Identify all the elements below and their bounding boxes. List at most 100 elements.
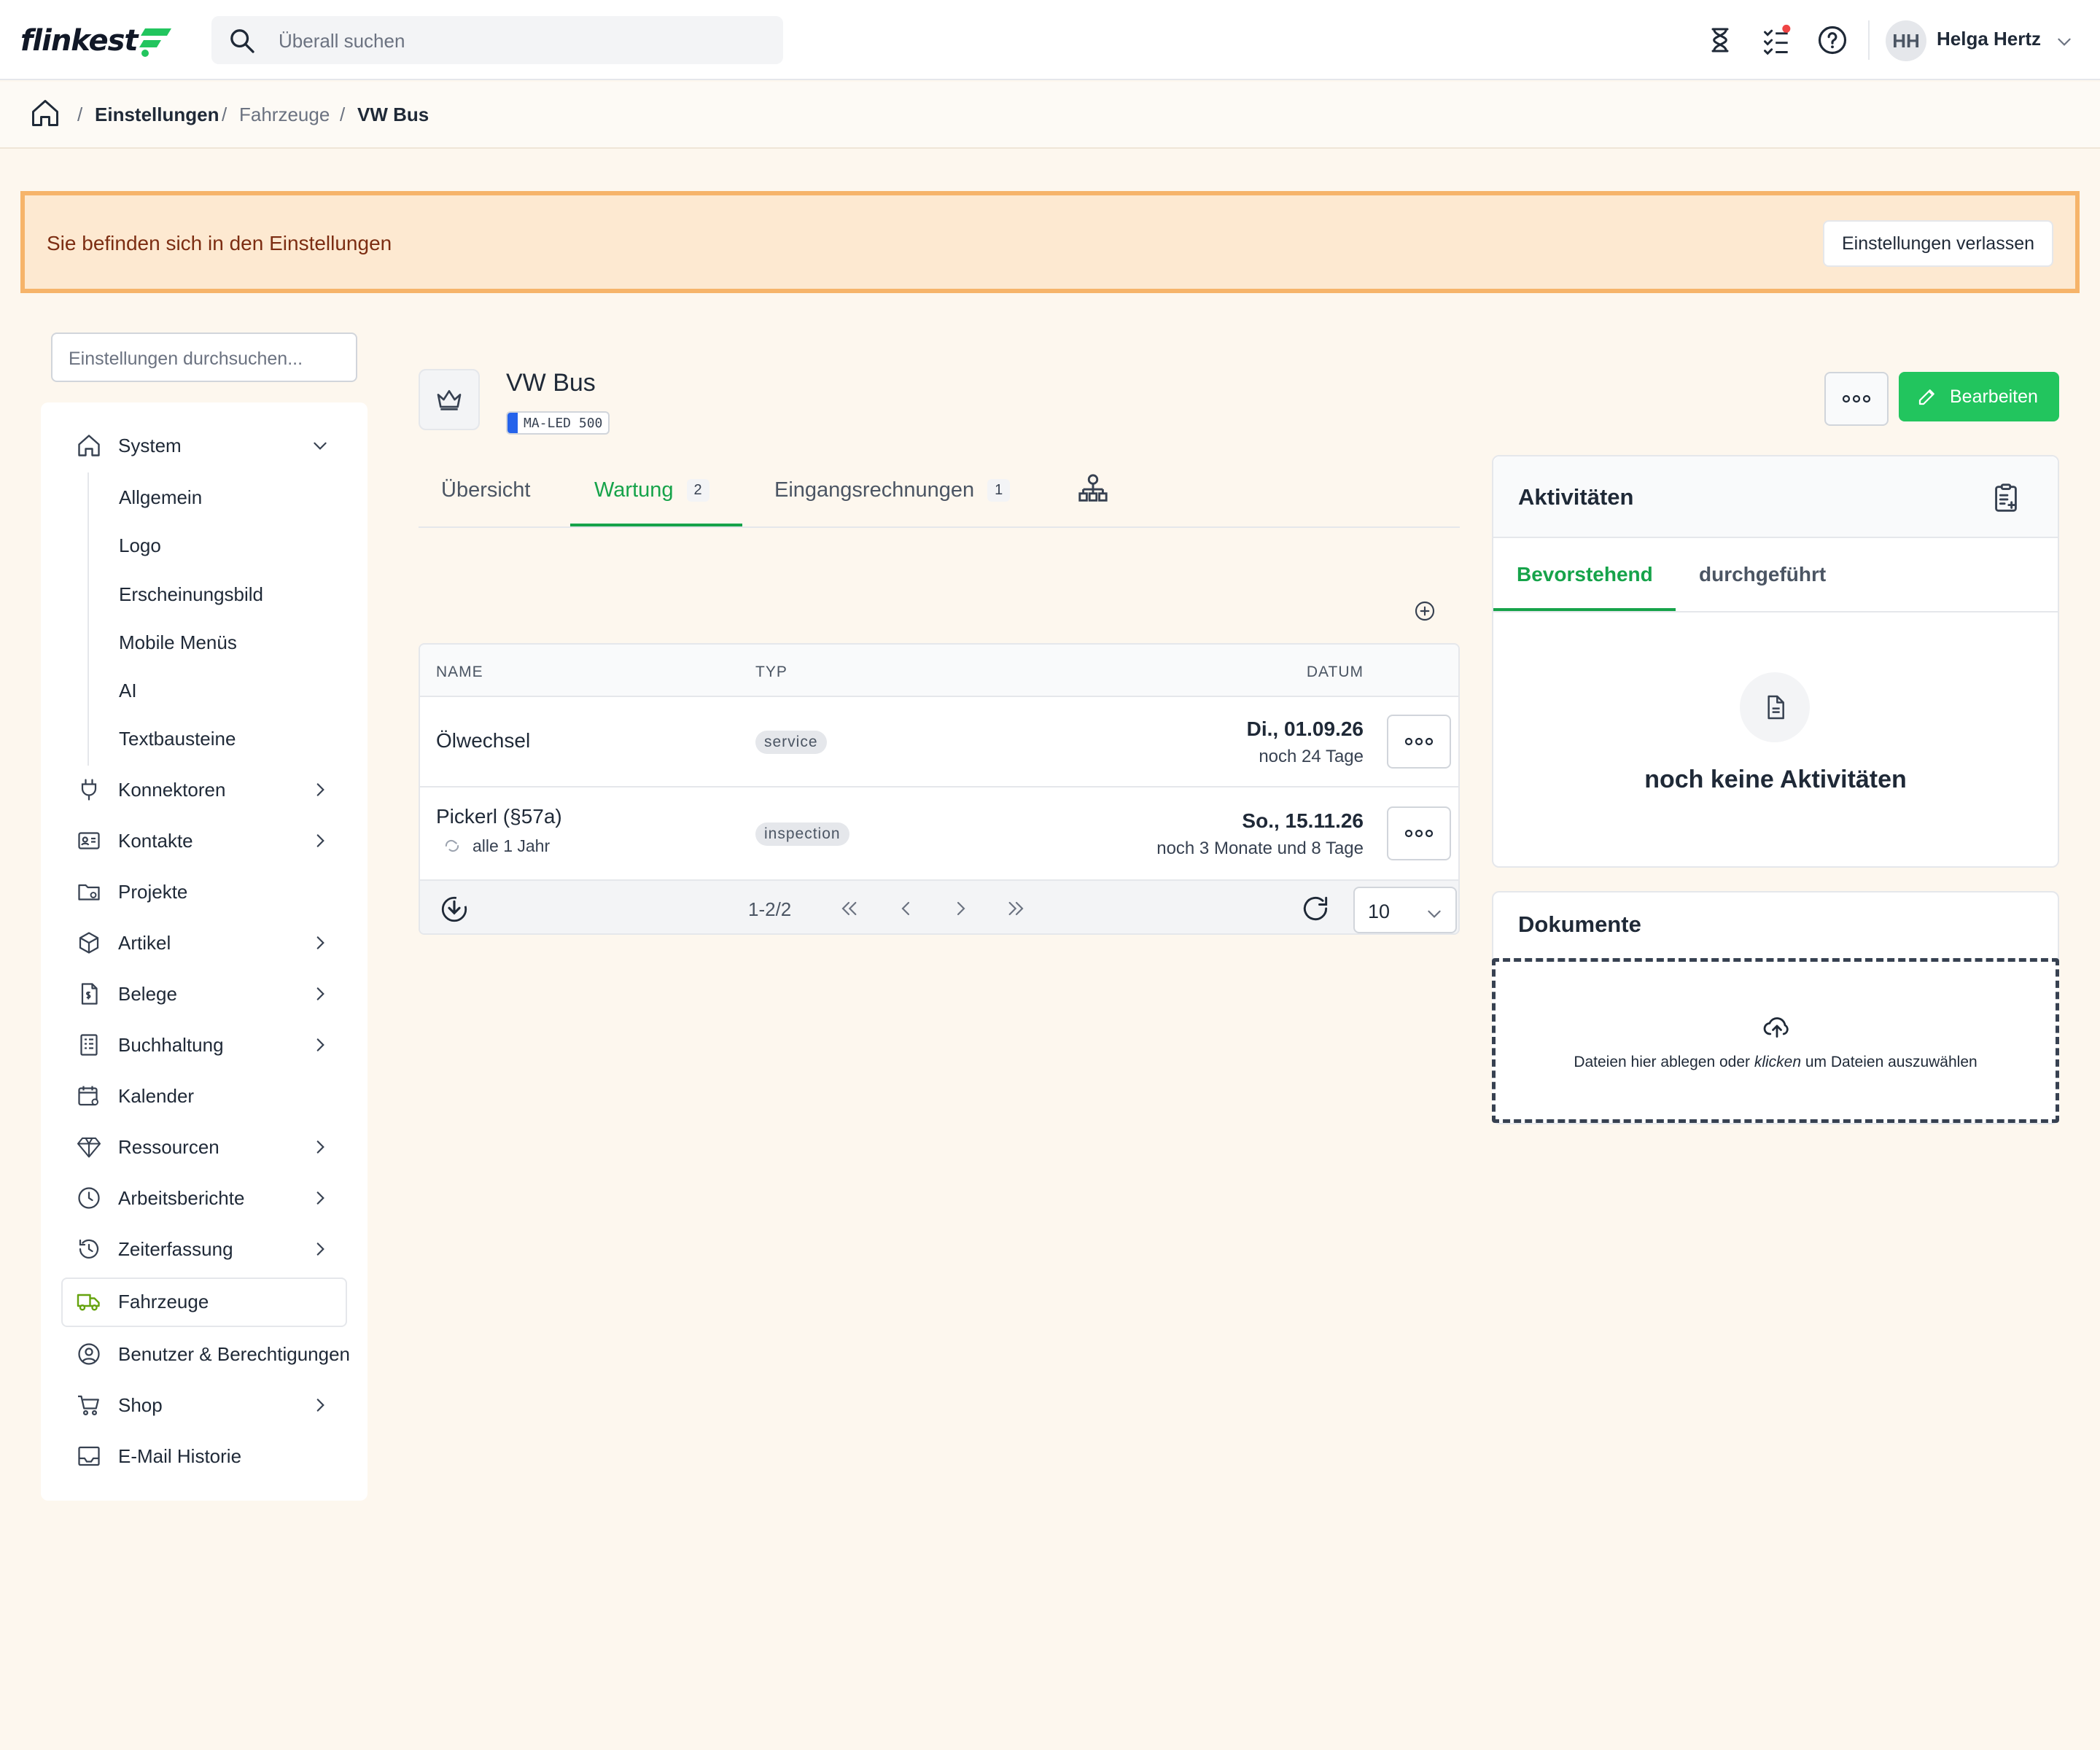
sidebar-item-label: Belege bbox=[118, 983, 177, 1005]
clipboard-add-icon[interactable] bbox=[1989, 481, 2023, 515]
sidebar-item-label: Kalender bbox=[118, 1085, 195, 1107]
sidebar-item-shop[interactable]: Shop bbox=[76, 1387, 368, 1423]
chevron-right-icon[interactable] bbox=[311, 1396, 330, 1415]
chevron-down-icon[interactable] bbox=[311, 436, 330, 455]
task-list-icon bbox=[1764, 24, 1791, 55]
table-row[interactable]: Ölwechsel service Di., 01.09.26 noch 24 … bbox=[420, 697, 1458, 788]
last-page-icon[interactable] bbox=[1005, 897, 1028, 920]
sidebar-item-projekte[interactable]: Projekte bbox=[76, 874, 368, 910]
search-placeholder: Überall suchen bbox=[279, 30, 405, 52]
tab-label: Wartung bbox=[594, 478, 674, 502]
leave-settings-button[interactable]: Einstellungen verlassen bbox=[1823, 220, 2053, 267]
sidebar-item-kalender[interactable]: Kalender bbox=[76, 1078, 368, 1114]
sidebar-item-artikel[interactable]: Artikel bbox=[76, 925, 368, 961]
help-button[interactable] bbox=[1814, 22, 1851, 58]
plug-icon bbox=[81, 779, 97, 801]
chevron-right-icon[interactable] bbox=[311, 1240, 330, 1259]
sidebar-subitem-mobile-menus[interactable]: Mobile Menüs bbox=[119, 631, 237, 654]
sidebar-item-label: Ressourcen bbox=[118, 1136, 219, 1158]
logo[interactable]: flinkest bbox=[20, 20, 174, 61]
breadcrumb-einstellungen[interactable]: Einstellungen bbox=[95, 104, 219, 126]
breadcrumb-fahrzeuge[interactable]: Fahrzeuge bbox=[239, 104, 330, 126]
sidebar-subitem-textbausteine[interactable]: Textbausteine bbox=[119, 728, 236, 750]
sidebar-subitem-ai[interactable]: AI bbox=[119, 680, 137, 702]
type-badge: inspection bbox=[755, 822, 849, 846]
sidebar-item-arbeitsberichte[interactable]: Arbeitsberichte bbox=[76, 1180, 368, 1216]
sidebar-item-konnektoren[interactable]: Konnektoren bbox=[76, 771, 368, 808]
settings-search-input[interactable]: Einstellungen durchsuchen... bbox=[51, 332, 357, 382]
column-header-date[interactable]: DATUM bbox=[1307, 664, 1364, 681]
repeat-interval: alle 1 Jahr bbox=[472, 836, 551, 855]
more-horizontal-icon bbox=[1842, 394, 1871, 403]
sidebar-item-zeiterfassung[interactable]: Zeiterfassung bbox=[76, 1231, 368, 1267]
add-circle-icon[interactable] bbox=[1413, 599, 1436, 623]
sidebar-item-kontakte[interactable]: Kontakte bbox=[76, 822, 368, 859]
home-icon[interactable] bbox=[29, 96, 61, 130]
sidebar-item-buchhaltung[interactable]: Buchhaltung bbox=[76, 1027, 368, 1063]
tab-eingangsrechnungen[interactable]: Eingangsrechnungen 1 bbox=[774, 478, 1011, 502]
repeat-icon bbox=[445, 839, 459, 852]
breadcrumb-separator: / bbox=[77, 104, 83, 125]
table-row[interactable]: Pickerl (§57a) alle 1 Jahr inspection So… bbox=[420, 788, 1458, 881]
first-page-icon[interactable] bbox=[837, 897, 860, 920]
previous-page-icon[interactable] bbox=[894, 897, 917, 920]
chevron-right-icon[interactable] bbox=[311, 1035, 330, 1054]
tab-bevorstehend[interactable]: Bevorstehend bbox=[1517, 563, 1653, 586]
calendar-gear-icon bbox=[78, 1086, 98, 1106]
column-header-name[interactable]: NAME bbox=[436, 664, 483, 681]
sidebar-subitem-logo[interactable]: Logo bbox=[119, 534, 161, 557]
tasks-button[interactable] bbox=[1759, 22, 1795, 58]
tab-label: Übersicht bbox=[441, 478, 531, 502]
next-page-icon[interactable] bbox=[949, 897, 973, 920]
chevron-right-icon[interactable] bbox=[311, 831, 330, 850]
chevron-right-icon[interactable] bbox=[311, 933, 330, 952]
help-icon bbox=[1818, 26, 1847, 55]
sidebar-item-label: Shop bbox=[118, 1394, 163, 1416]
chevron-right-icon[interactable] bbox=[311, 1138, 330, 1156]
chevron-right-icon[interactable] bbox=[311, 780, 330, 799]
cart-icon bbox=[78, 1395, 99, 1416]
avatar[interactable]: HH bbox=[1886, 20, 1926, 61]
tab-uebersicht[interactable]: Übersicht bbox=[441, 478, 531, 502]
sidebar-subitem-erscheinungsbild[interactable]: Erscheinungsbild bbox=[119, 583, 263, 606]
banner-text: Sie befinden sich in den Einstellungen bbox=[47, 232, 392, 254]
refresh-icon[interactable] bbox=[1299, 892, 1331, 925]
chevron-right-icon[interactable] bbox=[311, 984, 330, 1003]
tab-durchgefuehrt[interactable]: durchgeführt bbox=[1699, 563, 1826, 586]
download-icon[interactable] bbox=[439, 894, 470, 925]
sidebar-subitem-allgemein[interactable]: Allgemein bbox=[119, 486, 202, 509]
hourglass-icon bbox=[1711, 28, 1729, 52]
receipt-icon bbox=[81, 983, 98, 1005]
diamond-icon bbox=[77, 1137, 101, 1158]
chevron-right-icon[interactable] bbox=[311, 1189, 330, 1208]
sidebar-item-ressourcen[interactable]: Ressourcen bbox=[76, 1129, 368, 1165]
activities-header: Aktivitäten bbox=[1493, 456, 2058, 538]
more-actions-button[interactable] bbox=[1824, 372, 1889, 426]
more-horizontal-icon bbox=[1404, 829, 1434, 838]
edit-button-label: Bearbeiten bbox=[1950, 386, 2038, 407]
user-name[interactable]: Helga Hertz bbox=[1937, 28, 2041, 50]
org-chart-icon[interactable] bbox=[1076, 472, 1110, 506]
row-actions-button[interactable] bbox=[1387, 715, 1451, 769]
hourglass-button[interactable] bbox=[1702, 22, 1738, 58]
sidebar-item-label: Arbeitsberichte bbox=[118, 1187, 245, 1209]
logo-text: flinkest bbox=[20, 24, 139, 58]
home-icon bbox=[78, 435, 100, 456]
file-dropzone[interactable]: Dateien hier ablegen oder klicken um Dat… bbox=[1492, 958, 2059, 1123]
tab-wartung[interactable]: Wartung 2 bbox=[594, 478, 709, 502]
dropzone-click-link[interactable]: klicken bbox=[1754, 1054, 1801, 1070]
sidebar-item-benutzer-berechtigungen[interactable]: Benutzer & Berechtigungen bbox=[76, 1336, 368, 1372]
column-header-type[interactable]: TYP bbox=[755, 664, 788, 681]
per-page-select[interactable]: 10 bbox=[1353, 887, 1457, 933]
row-actions-button[interactable] bbox=[1387, 806, 1451, 860]
sidebar-item-belege[interactable]: Belege bbox=[76, 976, 368, 1012]
cloud-upload-icon bbox=[1763, 1017, 1789, 1038]
sidebar-item-fahrzeuge[interactable]: Fahrzeuge bbox=[76, 1283, 368, 1320]
history-icon bbox=[79, 1239, 99, 1259]
sidebar-item-system[interactable]: System bbox=[76, 427, 368, 464]
chevron-down-icon[interactable] bbox=[2055, 32, 2074, 51]
row-date: Di., 01.09.26 bbox=[1246, 718, 1364, 740]
global-search-input[interactable]: Überall suchen bbox=[211, 16, 783, 64]
sidebar-item-e-mail-historie[interactable]: E-Mail Historie bbox=[76, 1438, 368, 1474]
edit-button[interactable]: Bearbeiten bbox=[1899, 372, 2059, 421]
